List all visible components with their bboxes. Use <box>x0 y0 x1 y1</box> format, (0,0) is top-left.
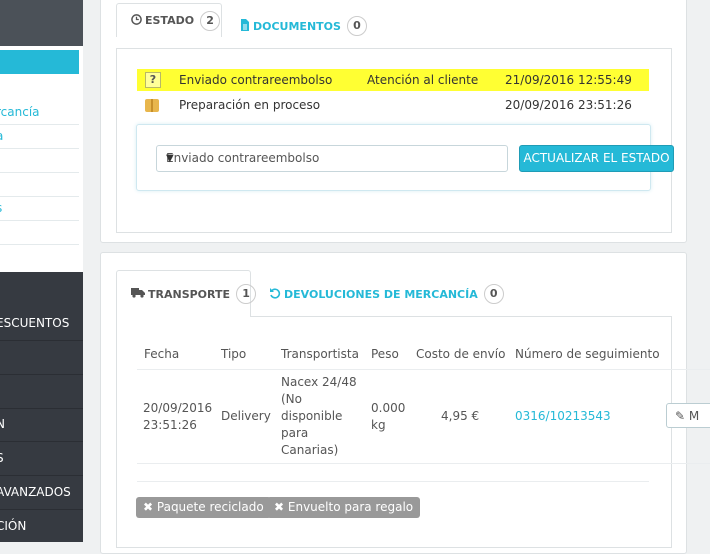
sidebar-item[interactable] <box>0 375 83 409</box>
count-badge: 1 <box>236 284 257 304</box>
count-badge: 0 <box>483 284 504 304</box>
sidebar-active-section[interactable] <box>0 0 83 46</box>
chevron-down-icon: ▼ <box>166 153 174 164</box>
sidebar-subitem-active[interactable] <box>0 50 79 74</box>
pencil-icon: ✎ <box>675 409 686 423</box>
undo-icon <box>269 287 281 302</box>
close-icon: ✖ <box>274 500 285 514</box>
tracking-link[interactable]: 0316/10213543 <box>515 408 611 425</box>
sidebar-item-advanced[interactable]: AVANZADOS <box>0 476 83 510</box>
sidebar: rcancía a s ESCUENTOS N S AVANZADOS CIÓN <box>0 0 83 542</box>
clock-icon <box>131 13 142 28</box>
shipping-type: Delivery <box>221 409 271 423</box>
sidebar-subitem[interactable] <box>0 148 79 173</box>
box-icon <box>145 99 159 112</box>
edit-button-label: M <box>688 409 700 423</box>
status-select[interactable]: Enviado contrareembolso ▼ <box>156 145 508 172</box>
history-date: 20/09/2016 23:51:26 <box>505 98 632 112</box>
sidebar-item-discounts[interactable]: ESCUENTOS <box>0 307 83 341</box>
count-badge: 0 <box>346 16 367 36</box>
sidebar-item[interactable]: N <box>0 408 83 442</box>
close-icon: ✖ <box>143 500 154 514</box>
button-label: Paquete reciclado <box>156 500 264 514</box>
edit-shipping-button[interactable]: ✎ M <box>666 403 710 428</box>
shipping-date: 20/09/2016 23:51:26 <box>143 401 213 432</box>
column-header-costo: Costo de envío <box>416 347 506 361</box>
question-icon: ? <box>145 72 161 88</box>
update-status-button[interactable]: ACTUALIZAR EL ESTADO <box>519 145 674 172</box>
shipping-cost: 4,95 € <box>441 409 480 423</box>
tab-label: DEVOLUCIONES DE MERCANCÍA <box>284 287 478 301</box>
column-header-fecha: Fecha <box>144 347 180 361</box>
gift-wrap-button[interactable]: ✖ Envuelto para regalo <box>267 497 421 518</box>
recycled-package-button[interactable]: ✖ Paquete reciclado <box>136 497 271 518</box>
sidebar-item[interactable]: CIÓN <box>0 510 83 542</box>
history-date: 21/09/2016 12:55:49 <box>505 73 632 87</box>
shipping-weight: 0.000 kg <box>371 401 406 432</box>
sidebar-subitem[interactable] <box>0 172 79 197</box>
history-row: ? Enviado contrareembolso Atención al cl… <box>137 69 649 91</box>
sidebar-subitem[interactable]: a <box>0 124 79 149</box>
tab-devoluciones[interactable]: DEVOLUCIONES DE MERCANCÍA 0 <box>269 277 504 311</box>
tab-label: DOCUMENTOS <box>253 19 341 33</box>
sidebar-item[interactable]: S <box>0 442 83 476</box>
tab-documentos[interactable]: DOCUMENTOS 0 <box>240 9 367 43</box>
column-header-seguimiento: Número de seguimiento <box>515 347 660 361</box>
history-status: Enviado contrareembolso <box>179 73 333 87</box>
sidebar-subitem[interactable]: s <box>0 196 79 221</box>
sidebar-item[interactable] <box>0 341 83 375</box>
shipping-carrier: Nacex 24/48 (No disponible para Canarias… <box>281 375 357 457</box>
history-status: Preparación en proceso <box>179 98 321 112</box>
truck-icon <box>131 287 145 301</box>
history-row: Preparación en proceso 20/09/2016 23:51:… <box>137 94 649 116</box>
table-divider <box>137 463 710 464</box>
sidebar-submenu: rcancía a s <box>0 46 83 272</box>
tab-label: ESTADO <box>145 14 195 27</box>
section-divider <box>137 481 649 482</box>
count-badge: 2 <box>200 10 221 31</box>
button-label: Envuelto para regalo <box>287 500 414 514</box>
table-divider <box>137 369 710 370</box>
sidebar-subitem[interactable] <box>0 220 79 245</box>
column-header-transportista: Transportista <box>281 347 359 361</box>
file-icon <box>240 18 250 34</box>
tab-estado[interactable]: ESTADO 2 <box>116 3 222 37</box>
column-header-peso: Peso <box>371 347 399 361</box>
history-employee: Atención al cliente <box>367 73 479 87</box>
tab-transporte[interactable]: TRANSPORTE 1 <box>116 270 257 317</box>
tab-label: TRANSPORTE <box>148 287 231 301</box>
sidebar-subitem[interactable]: rcancía <box>0 100 79 125</box>
column-header-tipo: Tipo <box>221 347 247 361</box>
